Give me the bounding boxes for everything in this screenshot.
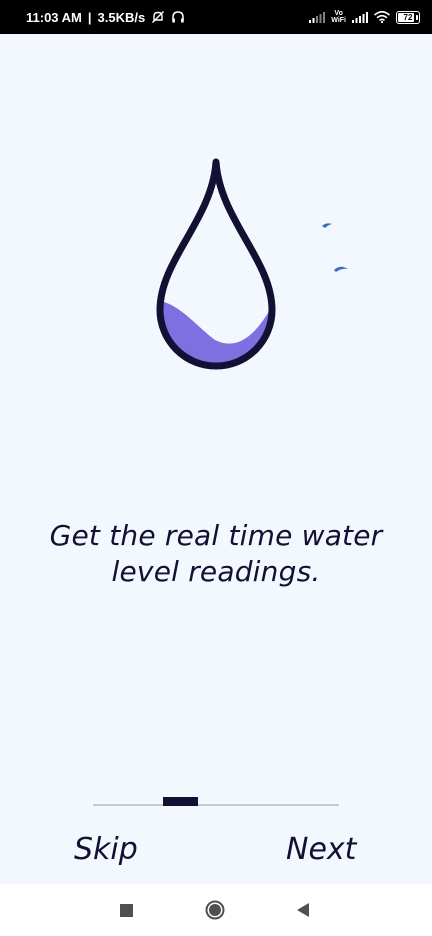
volte-bottom: WiFi: [331, 17, 346, 24]
battery-body: 72: [396, 10, 420, 24]
status-network-speed: 3.5KB/s: [97, 9, 146, 25]
splash-drop-1: [322, 223, 332, 228]
mute-bell-icon: [151, 10, 165, 24]
water-drop-icon: [156, 158, 348, 370]
status-right: Vo WiFi 72: [309, 10, 420, 24]
message-line-1: Get the real time water: [49, 519, 383, 552]
next-button[interactable]: Next: [286, 830, 356, 870]
back-icon[interactable]: [296, 902, 310, 918]
status-bar: 11:03 AM | 3.5KB/s Vo WiFi 72: [0, 0, 432, 34]
splash-drop-2: [334, 266, 348, 272]
system-nav-bar: [0, 884, 432, 936]
status-left: 11:03 AM | 3.5KB/s: [26, 10, 185, 25]
illustration: [0, 150, 432, 380]
recents-icon[interactable]: [120, 904, 133, 917]
home-icon[interactable]: [205, 900, 225, 920]
volte-top: Vo: [334, 10, 343, 17]
battery-level: 72: [403, 12, 413, 22]
skip-button[interactable]: Skip: [74, 830, 138, 870]
page-indicator-active: [163, 797, 198, 806]
status-time: 11:03 AM: [26, 9, 82, 25]
onboarding-message: Get the real time water level readings.: [0, 518, 432, 590]
signal-icon-2: [352, 11, 368, 23]
battery-icon: 72: [396, 10, 420, 24]
page-indicator-track: [93, 804, 339, 806]
volte-wifi-badge: Vo WiFi: [331, 10, 346, 24]
message-line-2: level readings.: [111, 555, 321, 588]
status-separator: |: [87, 9, 92, 25]
wifi-icon: [374, 11, 390, 23]
signal-icon: [309, 11, 326, 23]
page-indicator: [93, 797, 339, 811]
headphones-icon: [171, 10, 185, 24]
